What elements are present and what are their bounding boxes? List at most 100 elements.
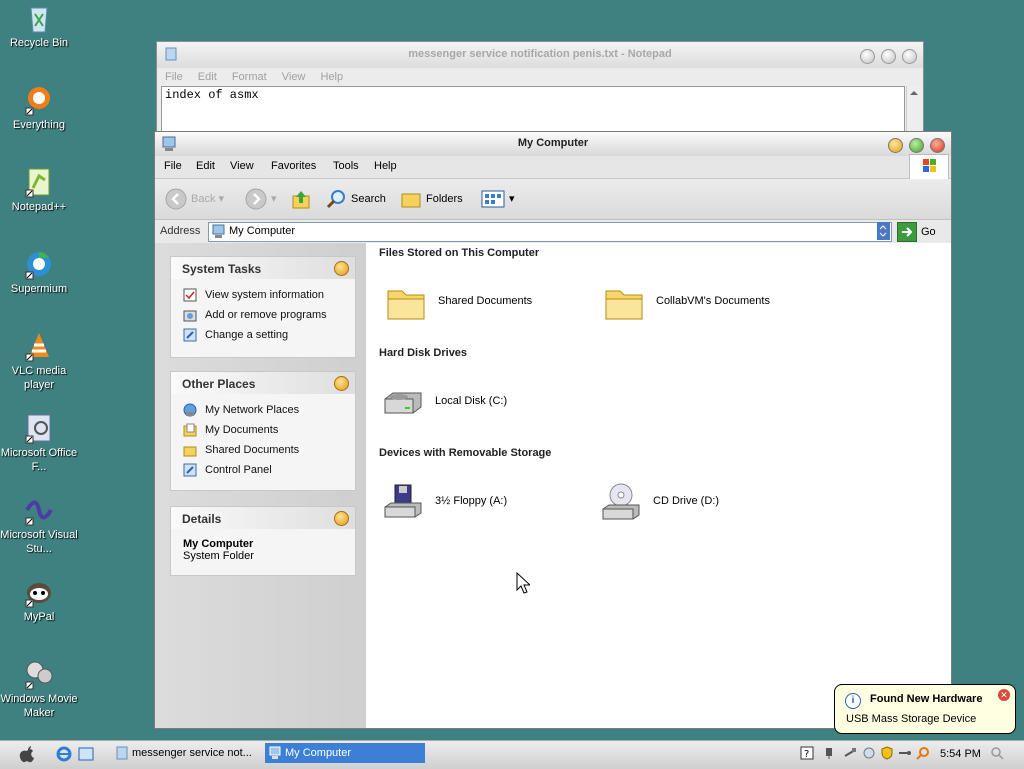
system-tasks-header[interactable]: System Tasks <box>171 257 355 279</box>
notepad-close-button[interactable] <box>902 49 917 64</box>
search-tray-icon[interactable] <box>916 746 930 760</box>
other-places-header[interactable]: Other Places <box>171 372 355 394</box>
minimize-button[interactable] <box>888 138 903 153</box>
windows-logo <box>909 154 949 180</box>
search-button[interactable]: Search <box>325 187 386 211</box>
menu-help[interactable]: Help <box>374 160 397 172</box>
desktop-icon-label: Microsoft Visual Stu... <box>0 529 78 555</box>
shared-folder-icon <box>183 446 197 457</box>
notepad-title: messenger service notification penis.txt… <box>408 48 672 60</box>
desktop-icon-vlc[interactable]: VLC media player <box>0 330 78 392</box>
desktop-icon-label: Recycle Bin <box>9 37 69 49</box>
notepad-plus-plus-icon <box>25 168 50 198</box>
task-view-system-information[interactable]: View system information <box>183 285 345 305</box>
usb-device-icon[interactable] <box>843 746 857 760</box>
desktop-icon-visual-studio[interactable]: Microsoft Visual Stu... <box>0 494 78 556</box>
desktop-icon-office[interactable]: Microsoft Office F... <box>0 412 78 474</box>
menu-favorites[interactable]: Favorites <box>271 160 316 172</box>
search-magnifier-icon[interactable] <box>990 746 1004 760</box>
collapse-chevron-icon[interactable] <box>334 261 349 276</box>
network-icon[interactable] <box>862 746 876 760</box>
notepad-menu-format[interactable]: Format <box>232 71 267 83</box>
section-removable-storage: Devices with Removable Storage <box>379 447 552 459</box>
folders-icon <box>401 193 421 208</box>
notepad-maximize-button[interactable] <box>881 49 896 64</box>
my-computer-window[interactable]: My Computer File Edit View Favorites Too… <box>154 131 952 729</box>
place-my-network-places[interactable]: My Network Places <box>183 400 345 420</box>
desktop-icon-label: Everything <box>13 119 65 131</box>
desktop-icon-mypal[interactable]: MyPal <box>0 576 78 624</box>
menu-edit[interactable]: Edit <box>196 160 215 172</box>
desktop-icon-recycle-bin[interactable]: Recycle Bin <box>0 2 78 50</box>
up-folder-button[interactable] <box>290 187 316 211</box>
start-apple-icon[interactable] <box>18 745 36 765</box>
views-icon <box>481 190 505 208</box>
volume-icon[interactable] <box>898 746 912 760</box>
collapse-chevron-icon[interactable] <box>334 376 349 391</box>
maximize-button[interactable] <box>909 138 924 153</box>
taskbar-clock[interactable]: 5:54 PM <box>940 748 981 760</box>
internet-explorer-icon[interactable] <box>56 746 72 762</box>
details-header[interactable]: Details <box>171 507 355 529</box>
close-button[interactable] <box>930 138 945 153</box>
safely-remove-hardware-icon[interactable] <box>823 746 837 760</box>
notepad-titlebar[interactable]: messenger service notification penis.txt… <box>157 42 923 68</box>
task-change-setting[interactable]: Change a setting <box>183 325 345 345</box>
back-button[interactable]: Back ▾ <box>165 187 224 211</box>
details-name: My Computer <box>183 538 254 550</box>
my-computer-titlebar[interactable]: My Computer <box>155 132 951 156</box>
recycle-bin-icon <box>30 7 48 33</box>
help-icon[interactable]: ? <box>800 746 814 760</box>
other-places-panel: Other Places My Network Places My Docume… <box>170 371 356 491</box>
desktop-icon-everything[interactable]: Everything <box>0 84 78 132</box>
notepad-menu-edit[interactable]: Edit <box>198 71 217 83</box>
taskbar-task-notepad[interactable]: messenger service not... <box>112 743 262 763</box>
desktop-icon-movie-maker[interactable]: Windows Movie Maker <box>0 658 78 720</box>
desktop-icon-label: VLC media player <box>11 365 67 391</box>
folders-button[interactable]: Folders <box>400 187 463 211</box>
control-panel-icon <box>183 328 197 342</box>
balloon-title: Found New Hardware <box>870 693 983 705</box>
menu-view[interactable]: View <box>230 160 254 172</box>
notepad-menu-file[interactable]: File <box>165 71 183 83</box>
forward-button[interactable]: ▾ <box>245 187 277 211</box>
notepad-minimize-button[interactable] <box>860 49 875 64</box>
place-shared-documents[interactable]: Shared Documents <box>183 440 345 460</box>
security-shield-icon[interactable] <box>880 746 894 760</box>
info-icon: i <box>845 693 861 709</box>
views-button[interactable]: ▾ <box>481 187 515 211</box>
back-arrow-icon <box>165 188 187 210</box>
notepad-icon <box>116 746 128 760</box>
balloon-close-button[interactable]: ✕ <box>998 689 1010 701</box>
floppy-drive-icon <box>384 484 422 518</box>
chevron-down-icon <box>879 225 887 237</box>
notepad-menu-view[interactable]: View <box>282 71 306 83</box>
supermium-browser-icon <box>25 252 51 280</box>
place-my-documents[interactable]: My Documents <box>183 420 345 440</box>
notepad-menu-help[interactable]: Help <box>320 71 343 83</box>
details-panel: Details My Computer System Folder <box>170 506 356 576</box>
everything-search-icon <box>25 87 50 116</box>
mouse-cursor-icon <box>516 572 530 594</box>
control-panel-icon <box>183 463 197 477</box>
desktop-icon-label: Supermium <box>10 283 68 295</box>
taskbar-task-my-computer[interactable]: My Computer <box>265 743 425 763</box>
my-computer-toolbar: Back ▾ ▾ Search Folders ▾ <box>155 179 951 220</box>
collapse-chevron-icon[interactable] <box>334 511 349 526</box>
desktop-icon-supermium[interactable]: Supermium <box>0 248 78 296</box>
place-control-panel[interactable]: Control Panel <box>183 460 345 480</box>
address-input[interactable]: My Computer <box>208 222 892 242</box>
menu-file[interactable]: File <box>164 160 182 172</box>
desktop-icon-notepadpp[interactable]: Notepad++ <box>0 166 78 214</box>
task-add-remove-programs[interactable]: Add or remove programs <box>183 305 345 325</box>
found-new-hardware-balloon[interactable]: i Found New Hardware USB Mass Storage De… <box>834 684 1016 734</box>
desktop-icon-label: Microsoft Office F... <box>0 447 78 473</box>
movie-maker-icon <box>25 661 53 690</box>
menu-tools[interactable]: Tools <box>333 160 359 172</box>
system-info-icon <box>183 288 197 302</box>
go-button[interactable]: Go <box>897 222 943 242</box>
show-desktop-icon[interactable] <box>78 746 94 762</box>
address-dropdown-button[interactable] <box>877 222 890 240</box>
forward-arrow-icon <box>245 188 267 210</box>
my-documents-icon <box>183 423 197 437</box>
